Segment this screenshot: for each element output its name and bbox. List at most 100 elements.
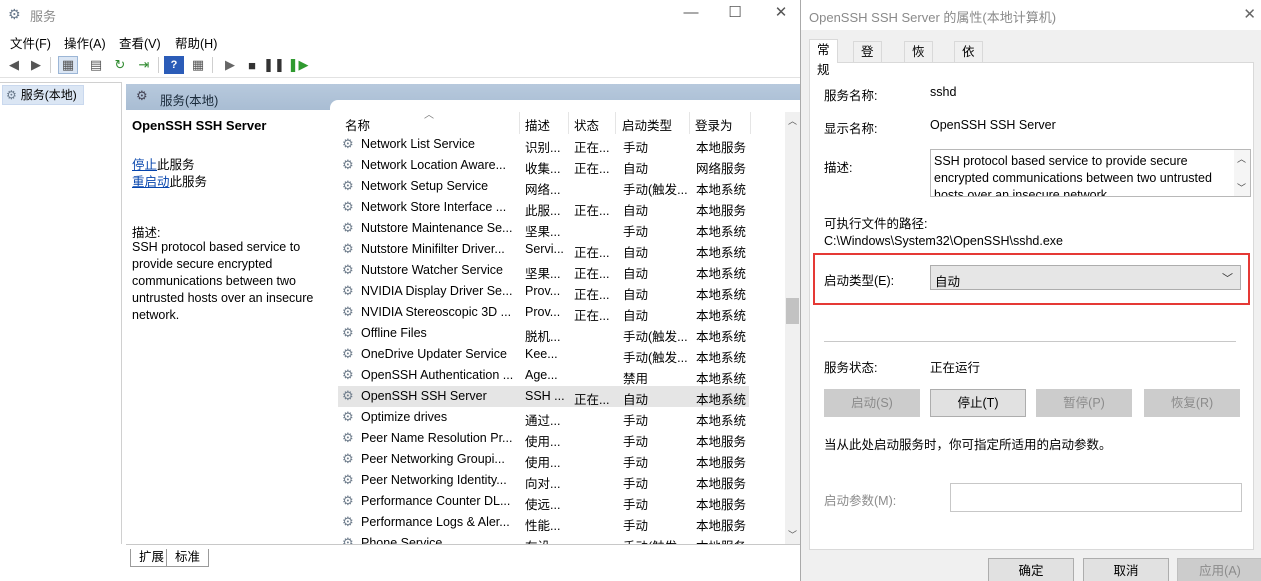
services-gear-icon: ⚙ (6, 88, 17, 102)
toolbar-separator (50, 57, 51, 73)
table-row[interactable]: ⚙ Phone Service 在设... 手动(触发...本地服务 (338, 533, 749, 544)
table-row[interactable]: ⚙ Peer Name Resolution Pr... 使用... 手动 本地服务 (338, 428, 749, 449)
list-vertical-scrollbar[interactable]: ︿ ﹀ (785, 112, 800, 544)
pause-service-icon[interactable]: ❚❚ (263, 56, 285, 74)
scroll-thumb[interactable] (786, 298, 799, 324)
cell-startup-type: 自动 (623, 288, 649, 302)
refresh-icon[interactable]: ↻ (110, 56, 130, 74)
table-row[interactable]: ⚙ Nutstore Maintenance Se... 坚果... 手动 本地系统 (338, 218, 749, 239)
chevron-down-icon: ﹀ (1222, 273, 1233, 285)
menu-action[interactable]: 操作(A) (64, 33, 106, 52)
cell-description: 此服... (525, 204, 561, 218)
table-row[interactable]: ⚙ Performance Counter DL... 使远... 手动 本地服务 (338, 491, 749, 512)
maximize-button[interactable]: ☐ (712, 0, 758, 28)
table-row[interactable]: ⚙ OpenSSH SSH Server SSH ... 正在... 自动 本地系统 (338, 386, 749, 407)
service-gear-icon: ⚙ (342, 241, 354, 256)
tree-item-services-local[interactable]: ⚙ 服务(本地) (2, 85, 84, 105)
cell-startup-type: 手动(触发... (623, 330, 688, 344)
scroll-down-arrow-icon[interactable]: ﹀ (1237, 181, 1246, 194)
scroll-up-arrow-icon[interactable]: ︿ (785, 114, 800, 128)
cell-logon-as: 本地系统 (696, 372, 747, 386)
column-status[interactable]: 状态 (574, 115, 599, 134)
start-params-input[interactable] (950, 483, 1242, 512)
column-startup-type[interactable]: 启动类型 (622, 115, 672, 134)
table-row[interactable]: ⚙ Peer Networking Groupi... 使用... 手动 本地服务 (338, 449, 749, 470)
cell-name: Network Store Interface ... (361, 200, 507, 214)
cell-description: 收集... (525, 162, 561, 176)
menu-view[interactable]: 查看(V) (119, 33, 161, 52)
table-row[interactable]: ⚙ Network Location Aware... 收集... 正在... 自动 网络… (338, 155, 749, 176)
table-row[interactable]: ⚙ Network List Service 识别... 正在... 手动 本地服务 (338, 134, 749, 155)
cell-description: Kee... (525, 347, 558, 361)
action-pane-icon[interactable]: ▦ (188, 56, 208, 74)
stop-service-icon[interactable]: ■ (242, 56, 262, 74)
scroll-down-arrow-icon[interactable]: ﹀ (785, 528, 800, 542)
scroll-up-arrow-icon[interactable]: ︿ (1237, 152, 1246, 165)
apply-button[interactable]: 应用(A) (1177, 558, 1261, 581)
description-textbox[interactable]: SSH protocol based service to provide se… (930, 149, 1251, 197)
column-divider[interactable] (750, 112, 751, 134)
dialog-close-icon[interactable]: ✕ (1243, 5, 1256, 23)
restart-service-link[interactable]: 重启动 (132, 175, 170, 189)
column-divider[interactable] (689, 112, 690, 134)
start-button[interactable]: 启动(S) (824, 389, 920, 417)
column-description[interactable]: 描述 (525, 115, 550, 134)
menu-help[interactable]: 帮助(H) (175, 33, 217, 52)
column-logon-as[interactable]: 登录为 (695, 115, 733, 134)
cell-startup-type: 手动(触发... (623, 536, 695, 544)
cell-status: 正在... (574, 246, 610, 260)
cell-description: 坚果... (525, 225, 561, 239)
general-tab-panel: 服务名称: sshd 显示名称: OpenSSH SSH Server 描述: … (809, 62, 1254, 550)
content-header-label: 服务(本地) (160, 94, 219, 108)
startup-type-select[interactable]: 自动 ﹀ (930, 265, 1241, 290)
table-row[interactable]: ⚙ NVIDIA Stereoscopic 3D ... Prov... 正在... 自… (338, 302, 749, 323)
table-row[interactable]: ⚙ Network Store Interface ... 此服... 正在... 自动… (338, 197, 749, 218)
stop-button[interactable]: 停止(T) (930, 389, 1026, 417)
table-row[interactable]: ⚙ Offline Files 脱机... 手动(触发... 本地系统 (338, 323, 749, 344)
column-divider[interactable] (568, 112, 569, 134)
table-row[interactable]: ⚙ OpenSSH Authentication ... Age... 禁用 本地系统 (338, 365, 749, 386)
properties-sheet-icon[interactable]: ▤ (86, 56, 106, 74)
stop-service-link[interactable]: 停止 (132, 158, 157, 172)
cancel-button[interactable]: 取消 (1083, 558, 1169, 581)
table-row[interactable]: ⚙ Performance Logs & Aler... 性能... 手动 本地服务 (338, 512, 749, 533)
help-icon[interactable]: ? (164, 56, 184, 74)
table-row[interactable]: ⚙ Optimize drives 通过... 手动 本地系统 (338, 407, 749, 428)
start-service-icon[interactable]: ▶ (220, 56, 240, 74)
services-window: ⚙ 服务 — ☐ ✕ 文件(F) 操作(A) 查看(V) 帮助(H) ◀ ▶ ▦… (0, 0, 800, 581)
cell-name: Nutstore Watcher Service (361, 263, 503, 277)
show-console-tree-icon[interactable]: ▦ (58, 56, 78, 74)
close-button[interactable]: ✕ (758, 0, 804, 28)
pause-button[interactable]: 暂停(P) (1036, 389, 1132, 417)
services-gear-icon: ⚙ (136, 88, 148, 103)
column-name[interactable]: 名称 (345, 115, 370, 134)
menu-file[interactable]: 文件(F) (10, 33, 51, 52)
table-row[interactable]: ⚙ OneDrive Updater Service Kee... 手动(触发... 本… (338, 344, 749, 365)
forward-arrow-icon[interactable]: ▶ (26, 56, 46, 74)
description-scrollbar[interactable]: ︿ ﹀ (1234, 150, 1250, 196)
minimize-button[interactable]: — (668, 0, 714, 28)
column-divider[interactable] (615, 112, 616, 134)
tab-dependencies[interactable]: 依存关系 (954, 41, 983, 119)
table-row[interactable]: ⚙ Network Setup Service 网络... 手动(触发... 本地系统 (338, 176, 749, 197)
cell-description: 在设... (525, 536, 569, 544)
tab-standard[interactable]: 标准 (166, 549, 210, 567)
back-arrow-icon[interactable]: ◀ (4, 56, 24, 74)
export-list-icon[interactable]: ⇥ (134, 56, 154, 74)
table-row[interactable]: ⚙ Peer Networking Identity... 向对... 手动 本地服务 (338, 470, 749, 491)
table-row[interactable]: ⚙ Nutstore Minifilter Driver... Servi... 正在… (338, 239, 749, 260)
cell-startup-type: 手动 (623, 414, 649, 428)
table-row[interactable]: ⚙ Nutstore Watcher Service 坚果... 正在... 自动 本地系… (338, 260, 749, 281)
cell-logon-as: 本地系统 (696, 288, 747, 302)
tab-recovery[interactable]: 恢复 (904, 41, 933, 79)
toolbar: ◀ ▶ ▦ ▤ ↻ ⇥ ? ▦ ▶ ■ ❚❚ ❚▶ (0, 52, 800, 78)
restart-service-icon[interactable]: ❚▶ (288, 56, 309, 74)
tab-general[interactable]: 常规 (809, 39, 838, 77)
console-tree: ⚙ 服务(本地) (0, 82, 122, 544)
tab-logon[interactable]: 登录 (853, 41, 882, 79)
table-row[interactable]: ⚙ NVIDIA Display Driver Se... Prov... 正在...… (338, 281, 749, 302)
ok-button[interactable]: 确定 (988, 558, 1074, 581)
cell-logon-as: 本地系统 (696, 246, 747, 260)
column-divider[interactable] (519, 112, 520, 134)
resume-button[interactable]: 恢复(R) (1144, 389, 1240, 417)
